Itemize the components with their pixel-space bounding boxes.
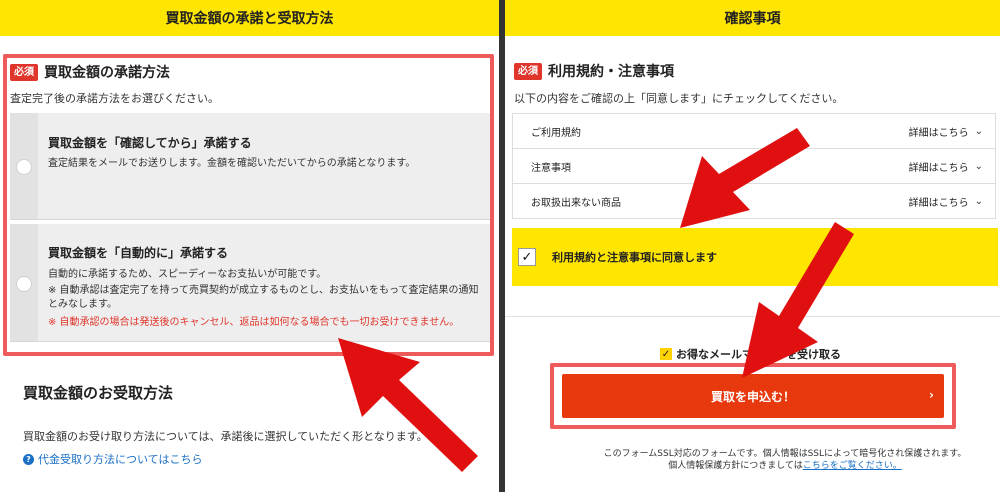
chevron-right-icon: ›: [929, 388, 934, 402]
term-row-notes[interactable]: 注意事項 詳細はこちら ⌄: [512, 149, 996, 184]
term-detail-link[interactable]: 詳細はこちら ⌄: [909, 194, 983, 209]
ssl-notice-prefix: 個人情報保護方針につきましては: [668, 461, 803, 471]
chevron-down-icon: ⌄: [974, 160, 983, 172]
section-separator: [505, 316, 1000, 317]
term-label: ご利用規約: [531, 127, 581, 139]
required-badge: 必須: [514, 62, 542, 80]
ssl-notice-line1: このフォームSSL対応のフォームです。個人情報はSSLによって暗号化され保護され…: [603, 449, 967, 459]
terms-list: ご利用規約 詳細はこちら ⌄ 注意事項 詳細はこちら ⌄ お取扱出来ない商品 詳…: [512, 113, 996, 219]
submit-button[interactable]: 買取を申込む！ ›: [562, 374, 944, 418]
chevron-down-icon: ⌄: [974, 195, 983, 207]
approval-highlight-box: [3, 54, 494, 356]
receipt-section-title: 買取金額のお受取方法: [23, 384, 174, 402]
submit-button-label: 買取を申込む！: [710, 389, 795, 404]
agree-terms-label[interactable]: 利用規約と注意事項に同意します: [552, 249, 717, 265]
privacy-policy-link[interactable]: こちらをご覧ください。: [803, 461, 902, 471]
term-label: 注意事項: [531, 162, 571, 174]
term-detail-link[interactable]: 詳細はこちら ⌄: [909, 124, 983, 139]
term-detail-link-text[interactable]: 詳細はこちら: [909, 124, 969, 139]
term-detail-link[interactable]: 詳細はこちら ⌄: [909, 159, 983, 174]
magazine-checkbox-row[interactable]: ✓ お得なメールマガジンを受け取る: [660, 346, 841, 362]
ssl-notice-line2: 個人情報保護方針につきましてはこちらをご覧ください。: [575, 460, 995, 472]
check-icon[interactable]: ✓: [660, 348, 672, 360]
terms-section-heading: 必須 利用規約・注意事項: [514, 61, 674, 81]
chevron-down-icon: ⌄: [974, 125, 983, 137]
receipt-method-link[interactable]: ? 代金受取り方法についてはこちら: [23, 451, 202, 467]
term-detail-link-text[interactable]: 詳細はこちら: [909, 194, 969, 209]
question-circle-icon: ?: [23, 453, 34, 465]
left-panel-header: 買取金額の承諾と受取方法: [0, 0, 499, 36]
agree-terms-checkbox-row[interactable]: ✓ 利用規約と注意事項に同意します: [512, 228, 998, 286]
right-panel: 確認事項 必須 利用規約・注意事項 以下の内容をご確認の上「同意します」にチェッ…: [505, 0, 1000, 492]
terms-section-title: 利用規約・注意事項: [548, 64, 674, 80]
term-label: お取扱出来ない商品: [531, 197, 621, 209]
term-row-prohibited-items[interactable]: お取扱出来ない商品 詳細はこちら ⌄: [512, 184, 996, 219]
ssl-notice: このフォームSSL対応のフォームです。個人情報はSSLによって暗号化され保護され…: [575, 448, 995, 472]
check-icon[interactable]: ✓: [518, 248, 536, 266]
term-detail-link-text[interactable]: 詳細はこちら: [909, 159, 969, 174]
magazine-label[interactable]: お得なメールマガジンを受け取る: [676, 346, 841, 362]
right-panel-header: 確認事項: [505, 0, 1000, 36]
term-row-usage[interactable]: ご利用規約 詳細はこちら ⌄: [512, 114, 996, 149]
left-panel: 買取金額の承諾と受取方法 必須 買取金額の承諾方法 査定完了後の承諾方法をお選び…: [0, 0, 499, 492]
receipt-section-desc: 買取金額のお受け取り方法については、承諾後に選択していただく形となります。: [23, 430, 428, 443]
terms-section-desc: 以下の内容をご確認の上「同意します」にチェックしてください。: [514, 92, 844, 105]
receipt-method-link-text[interactable]: 代金受取り方法についてはこちら: [38, 451, 202, 467]
